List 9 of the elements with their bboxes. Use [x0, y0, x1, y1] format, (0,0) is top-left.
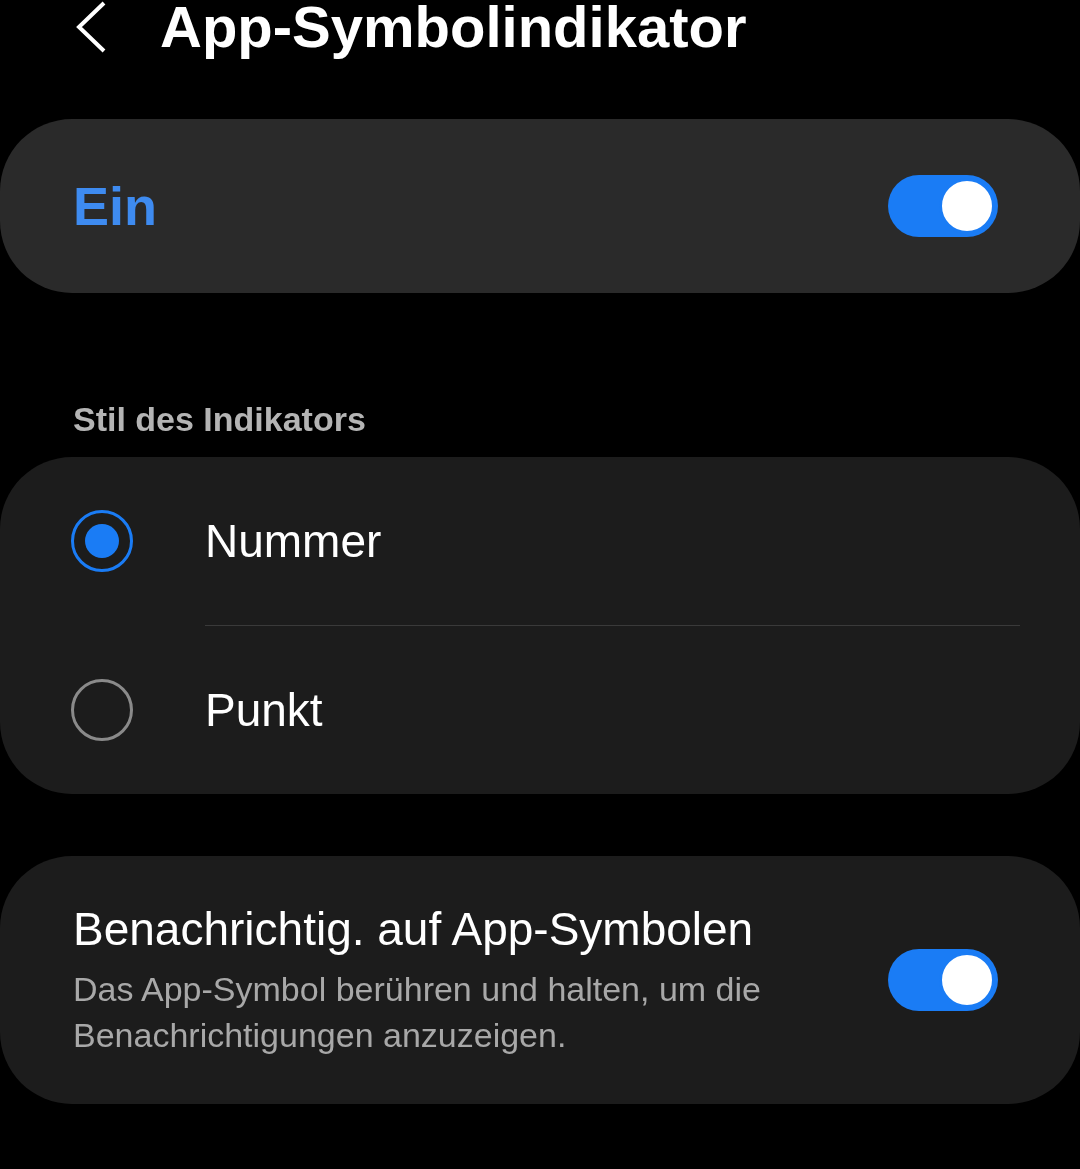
radio-button[interactable]	[71, 679, 133, 742]
radio-button[interactable]	[71, 509, 133, 572]
setting-description: Das App-Symbol berühren und halten, um die Benachrichtigungen anzuzeigen.	[73, 969, 762, 1056]
option-label: Nummer	[205, 513, 382, 568]
section-label: Stil des Indikators	[73, 399, 367, 440]
switch-label: Ein	[73, 175, 157, 237]
page-title: App-Symbolindikator	[160, 0, 747, 58]
option-label: Punkt	[205, 683, 323, 738]
setting-title: Benachrichtig. auf App-Symbolen	[73, 902, 755, 956]
